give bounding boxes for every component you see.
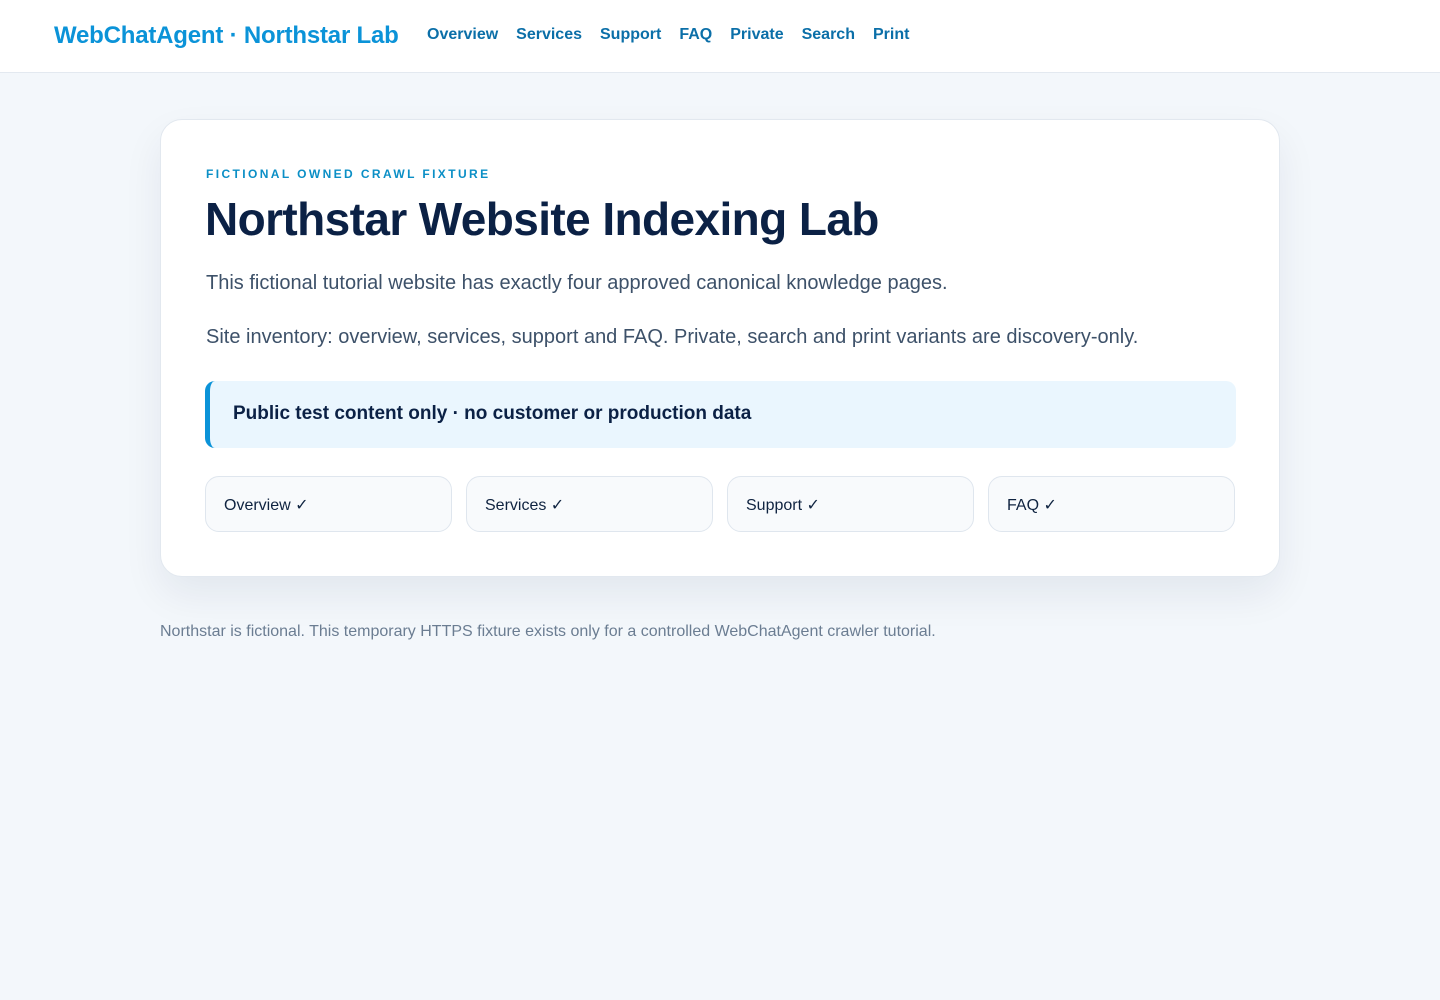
nav-link-overview[interactable]: Overview: [427, 26, 498, 44]
nav-link-services[interactable]: Services: [516, 26, 582, 44]
nav-link-private[interactable]: Private: [730, 26, 783, 44]
page-pill-label: FAQ ✓: [1007, 497, 1057, 514]
intro-paragraph: This fictional tutorial website has exac…: [206, 272, 948, 294]
notice-callout: Public test content only · no customer o…: [205, 381, 1236, 448]
page-pill-label: Overview ✓: [224, 497, 309, 514]
page-pill-support: Support ✓: [727, 476, 974, 532]
nav-link-search[interactable]: Search: [802, 26, 855, 44]
top-navigation-bar: WebChatAgent · Northstar Lab Overview Se…: [0, 0, 1440, 73]
nav-link-faq[interactable]: FAQ: [679, 26, 712, 44]
nav-link-support[interactable]: Support: [600, 26, 661, 44]
approved-pages-list: Overview ✓ Services ✓ Support ✓ FAQ ✓: [205, 476, 1236, 532]
site-brand-link[interactable]: WebChatAgent · Northstar Lab: [54, 22, 399, 50]
page-pill-label: Services ✓: [485, 497, 565, 514]
page-title: Northstar Website Indexing Lab: [205, 193, 879, 245]
hero-card: FICTIONAL OWNED CRAWL FIXTURE Northstar …: [160, 119, 1280, 577]
page-pill-faq: FAQ ✓: [988, 476, 1235, 532]
page-pill-label: Support ✓: [746, 497, 820, 514]
main-nav: Overview Services Support FAQ Private Se…: [427, 26, 909, 44]
page-pill-overview: Overview ✓: [205, 476, 452, 532]
notice-text: Public test content only · no customer o…: [233, 403, 752, 424]
inventory-paragraph: Site inventory: overview, services, supp…: [206, 326, 1139, 348]
page-pill-services: Services ✓: [466, 476, 713, 532]
nav-link-print[interactable]: Print: [873, 26, 909, 44]
eyebrow-label: FICTIONAL OWNED CRAWL FIXTURE: [206, 167, 491, 181]
footer-note: Northstar is fictional. This temporary H…: [160, 623, 936, 640]
